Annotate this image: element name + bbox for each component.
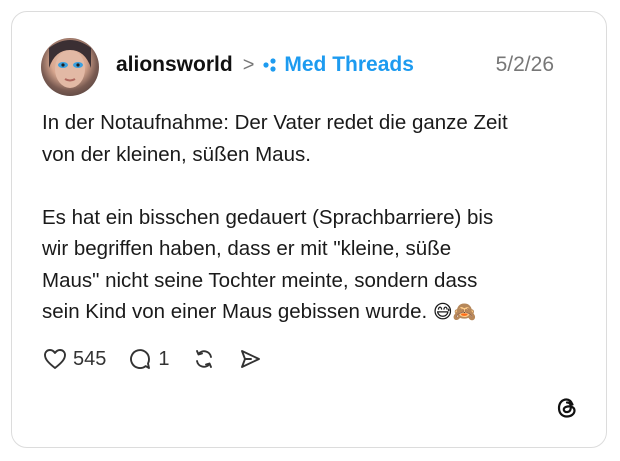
post-date: 5/2/26 — [495, 53, 554, 76]
share-button[interactable] — [238, 347, 262, 371]
post-text-line: von der kleinen, süßen Maus. — [42, 142, 311, 166]
action-bar: 545 1 — [43, 344, 284, 374]
like-count: 545 — [73, 347, 107, 370]
post-card: alionsworld > Med Threads 5/2/26 In der … — [11, 11, 607, 448]
comment-icon — [128, 347, 152, 371]
repost-icon — [192, 347, 216, 371]
post-header: alionsworld > Med Threads — [116, 50, 414, 80]
chevron-right-icon: > — [242, 53, 255, 76]
like-button[interactable]: 545 — [43, 348, 106, 371]
avatar[interactable] — [41, 38, 99, 96]
post-text-line: In der Notaufnahme: Der Vater redet die … — [42, 111, 508, 134]
post-text-line: wir begriffen haben, dass er mit "kleine… — [42, 237, 452, 260]
emoji-group: 😅🙈 — [432, 301, 477, 323]
repost-button[interactable] — [192, 347, 216, 371]
post-text-last: sein Kind von einer Maus gebissen wurde. — [42, 300, 428, 323]
reply-button[interactable]: 1 — [128, 347, 170, 371]
heart-icon — [43, 348, 67, 370]
community-icon — [262, 57, 278, 73]
threads-logo-icon[interactable] — [554, 395, 580, 421]
post-text-line: Es hat ein bisschen gedauert (Sprachbarr… — [42, 205, 494, 229]
send-icon — [238, 347, 262, 371]
post-text: In der Notaufnahme: Der Vater redet die … — [42, 107, 582, 329]
community-link[interactable]: Med Threads — [284, 53, 414, 77]
post-text-line: sein Kind von einer Maus gebissen wurde.… — [42, 296, 582, 329]
post-text-line: Maus" nicht seine Tochter meinte, sonder… — [42, 268, 478, 292]
reply-count: 1 — [158, 347, 170, 370]
username[interactable]: alionsworld — [116, 53, 233, 77]
